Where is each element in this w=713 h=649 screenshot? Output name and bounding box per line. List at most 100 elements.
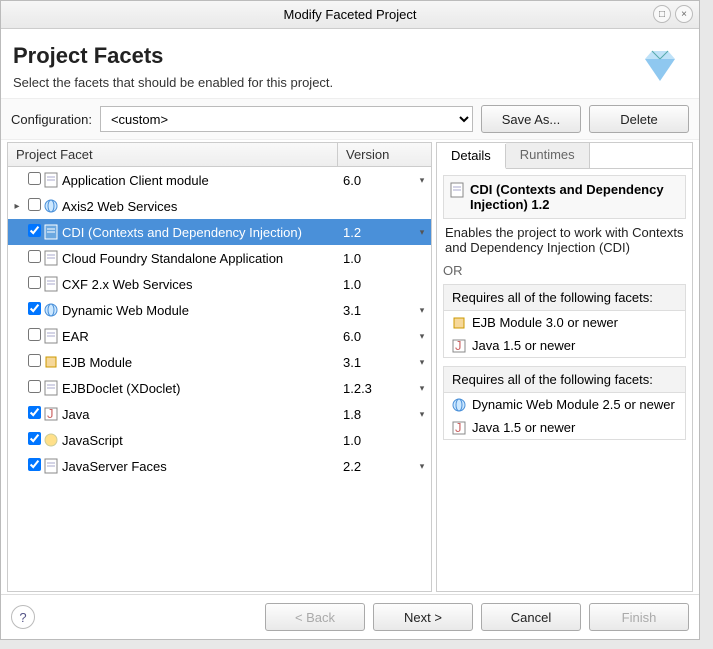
svg-text:J: J <box>455 339 462 353</box>
tab-details[interactable]: Details <box>437 144 506 169</box>
cancel-button[interactable]: Cancel <box>481 603 581 631</box>
requirement-text: EJB Module 3.0 or newer <box>472 315 618 330</box>
facet-row[interactable]: ▸ Axis2 Web Services <box>8 193 431 219</box>
window-title: Modify Faceted Project <box>284 7 417 22</box>
dialog-window: Modify Faceted Project □ × Project Facet… <box>0 0 700 640</box>
facet-version: 3.1 <box>343 303 413 318</box>
or-label: OR <box>443 263 686 278</box>
doc-icon <box>42 458 60 474</box>
tab-runtimes[interactable]: Runtimes <box>506 143 590 168</box>
globe-icon <box>42 199 60 213</box>
facet-version: 1.0 <box>343 251 413 266</box>
configuration-label: Configuration: <box>11 112 92 127</box>
version-dropdown-icon[interactable]: ▾ <box>413 227 431 238</box>
facet-row[interactable]: CXF 2.x Web Services1.0 <box>8 271 431 297</box>
facet-name: Dynamic Web Module <box>60 303 343 318</box>
facet-checkbox[interactable] <box>28 354 41 367</box>
java-icon: J <box>42 407 60 421</box>
facet-version: 2.2 <box>343 459 413 474</box>
facet-name: EJBDoclet (XDoclet) <box>60 381 343 396</box>
facet-version: 6.0 <box>343 329 413 344</box>
back-button[interactable]: < Back <box>265 603 365 631</box>
requirement-item: Dynamic Web Module 2.5 or newer <box>444 393 685 416</box>
facet-row[interactable]: JavaScript1.0 <box>8 427 431 453</box>
minimize-icon[interactable]: □ <box>653 5 671 23</box>
column-header-name[interactable]: Project Facet <box>8 143 338 166</box>
facet-row[interactable]: JavaServer Faces2.2▾ <box>8 453 431 479</box>
requirement-text: Dynamic Web Module 2.5 or newer <box>472 397 675 412</box>
facet-checkbox[interactable] <box>28 328 41 341</box>
version-dropdown-icon[interactable]: ▾ <box>413 357 431 368</box>
facet-checkbox[interactable] <box>28 302 41 315</box>
svg-text:J: J <box>47 407 54 421</box>
requirements-header: Requires all of the following facets: <box>444 367 685 393</box>
page-subtitle: Select the facets that should be enabled… <box>13 75 333 90</box>
facet-checkbox[interactable] <box>28 432 41 445</box>
globe-icon <box>42 303 60 317</box>
expand-icon[interactable]: ▸ <box>8 201 26 212</box>
facet-checkbox[interactable] <box>28 198 41 211</box>
doc-icon <box>42 328 60 344</box>
ejb-icon <box>452 316 466 330</box>
facet-row[interactable]: Dynamic Web Module3.1▾ <box>8 297 431 323</box>
version-dropdown-icon[interactable]: ▾ <box>413 331 431 342</box>
version-dropdown-icon[interactable]: ▾ <box>413 461 431 472</box>
facet-checkbox[interactable] <box>28 458 41 471</box>
facet-name: Axis2 Web Services <box>60 199 343 214</box>
requirement-text: Java 1.5 or newer <box>472 420 575 435</box>
finish-button[interactable]: Finish <box>589 603 689 631</box>
facet-row[interactable]: EAR6.0▾ <box>8 323 431 349</box>
doc-icon <box>42 224 60 240</box>
facet-row[interactable]: Application Client module6.0▾ <box>8 167 431 193</box>
delete-button[interactable]: Delete <box>589 105 689 133</box>
facet-checkbox[interactable] <box>28 276 41 289</box>
next-button[interactable]: Next > <box>373 603 473 631</box>
facet-version: 3.1 <box>343 355 413 370</box>
details-pane: Details Runtimes CDI (Contexts and Depen… <box>436 142 693 592</box>
page-title: Project Facets <box>13 43 333 69</box>
version-dropdown-icon[interactable]: ▾ <box>413 305 431 316</box>
facet-row[interactable]: EJBDoclet (XDoclet)1.2.3▾ <box>8 375 431 401</box>
requirements-group-2: Requires all of the following facets: Dy… <box>443 366 686 440</box>
facet-checkbox[interactable] <box>28 224 41 237</box>
facet-version: 1.8 <box>343 407 413 422</box>
facet-checkbox[interactable] <box>28 172 41 185</box>
configuration-select[interactable]: <custom> <box>100 106 473 132</box>
doc-icon <box>450 182 464 198</box>
save-as-button[interactable]: Save As... <box>481 105 581 133</box>
requirement-item: J Java 1.5 or newer <box>444 416 685 439</box>
titlebar: Modify Faceted Project □ × <box>1 1 699 29</box>
dialog-header: Project Facets Select the facets that sh… <box>1 29 699 98</box>
facet-checkbox[interactable] <box>28 250 41 263</box>
java-icon: J <box>452 421 466 435</box>
version-dropdown-icon[interactable]: ▾ <box>413 383 431 394</box>
version-dropdown-icon[interactable]: ▾ <box>413 409 431 420</box>
facet-name: JavaScript <box>60 433 343 448</box>
js-icon <box>42 433 60 447</box>
facet-checkbox[interactable] <box>28 380 41 393</box>
facet-name: CDI (Contexts and Dependency Injection) <box>60 225 343 240</box>
java-icon: J <box>452 339 466 353</box>
facet-row[interactable]: CDI (Contexts and Dependency Injection)1… <box>8 219 431 245</box>
globe-icon <box>452 398 466 412</box>
facet-checkbox[interactable] <box>28 406 41 419</box>
ejb-icon <box>42 355 60 369</box>
version-dropdown-icon[interactable]: ▾ <box>413 175 431 186</box>
facet-row[interactable]: EJB Module3.1▾ <box>8 349 431 375</box>
help-icon[interactable]: ? <box>11 605 35 629</box>
facet-name: EJB Module <box>60 355 343 370</box>
button-bar: ? < Back Next > Cancel Finish <box>1 595 699 639</box>
doc-icon <box>42 380 60 396</box>
facet-version: 1.2.3 <box>343 381 413 396</box>
facet-version: 1.0 <box>343 277 413 292</box>
requirements-group-1: Requires all of the following facets: EJ… <box>443 284 686 358</box>
requirement-item: JJava 1.5 or newer <box>444 334 685 357</box>
facet-table: Project Facet Version Application Client… <box>7 142 432 592</box>
facet-version: 1.2 <box>343 225 413 240</box>
diamond-icon <box>639 47 681 83</box>
column-header-version[interactable]: Version <box>338 143 431 166</box>
facet-row[interactable]: Cloud Foundry Standalone Application1.0 <box>8 245 431 271</box>
configuration-row: Configuration: <custom> Save As... Delet… <box>1 98 699 140</box>
close-icon[interactable]: × <box>675 5 693 23</box>
facet-row[interactable]: JJava1.8▾ <box>8 401 431 427</box>
